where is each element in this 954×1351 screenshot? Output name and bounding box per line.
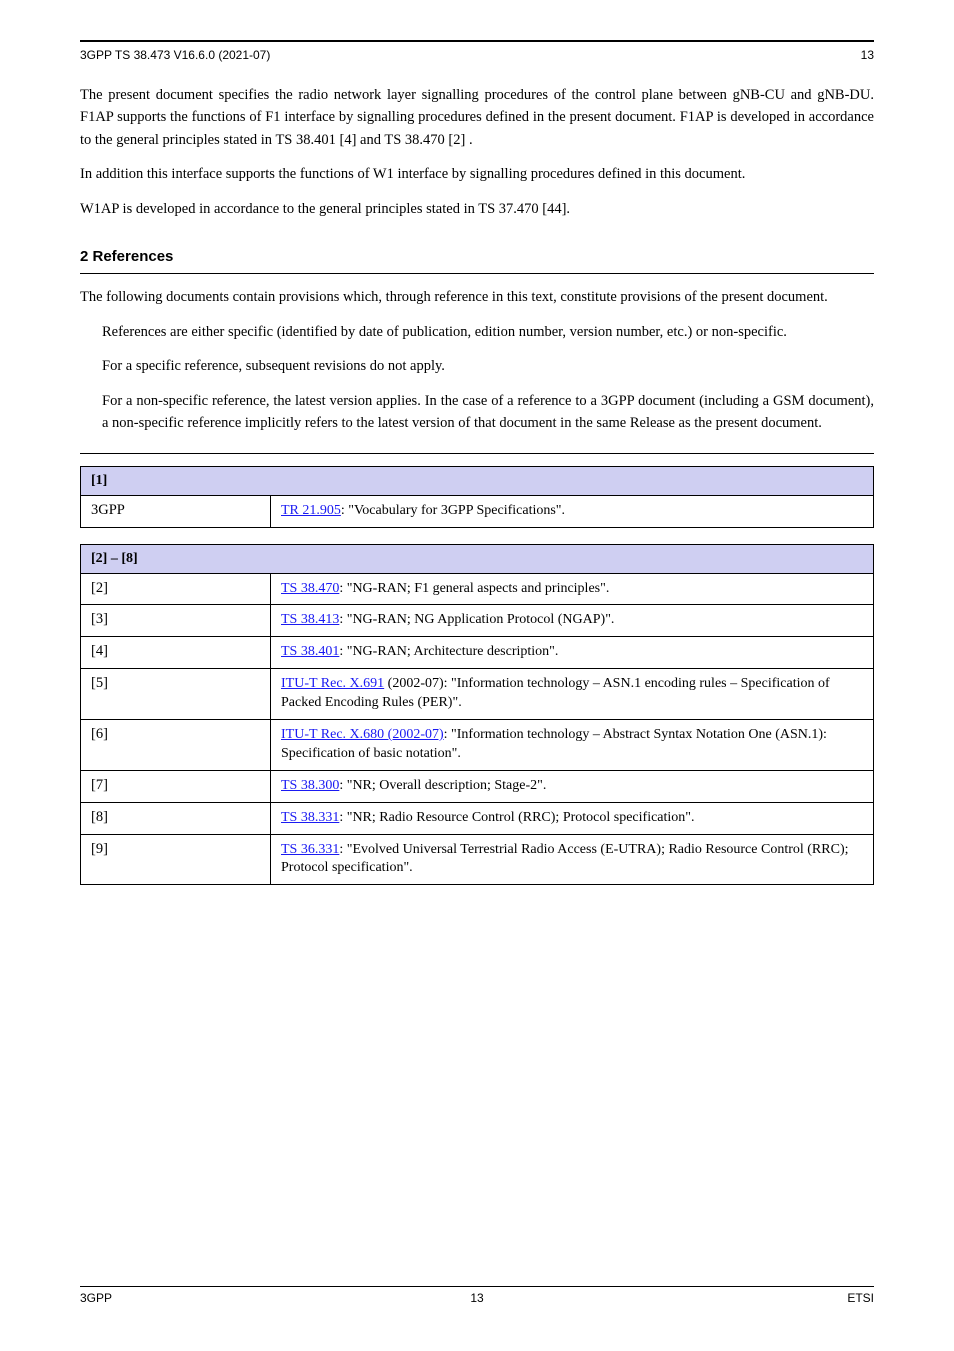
- page-footer: 3GPP 13 ETSI: [80, 1286, 874, 1305]
- section-heading-references: 2 References: [80, 248, 874, 265]
- row-desc: TS 38.300: "NR; Overall description; Sta…: [271, 770, 874, 802]
- row-desc-text: : "NG-RAN; NG Application Protocol (NGAP…: [339, 612, 614, 627]
- top-rule: [80, 40, 874, 42]
- doc-link[interactable]: TS 38.331: [281, 810, 339, 825]
- ref-bullet-2: For a specific reference, subsequent rev…: [102, 355, 874, 377]
- row-desc: TS 38.401: "NG-RAN; Architecture descrip…: [271, 637, 874, 669]
- row-label: [5]: [81, 669, 271, 720]
- group-header-2: [2] – [8]: [81, 544, 874, 573]
- row-desc-text: : "NG-RAN; F1 general aspects and princi…: [339, 581, 609, 596]
- intro-paragraph: The present document specifies the radio…: [80, 84, 874, 151]
- doc-link[interactable]: ITU-T Rec. X.680 (2002-07): [281, 727, 444, 742]
- row-desc-text: : "Evolved Universal Terrestrial Radio A…: [281, 842, 849, 876]
- row-desc-text: : "NG-RAN; Architecture description".: [339, 644, 558, 659]
- row-desc: ITU-T Rec. X.691 (2002-07): "Information…: [271, 669, 874, 720]
- doc-link[interactable]: TS 36.331: [281, 842, 339, 857]
- footer-rule: [80, 1286, 874, 1287]
- row-desc: TS 38.331: "NR; Radio Resource Control (…: [271, 802, 874, 834]
- row-label: [3]: [81, 605, 271, 637]
- row-label: [2]: [81, 573, 271, 605]
- references-table-2: [2] – [8] [2] TS 38.470: "NG-RAN; F1 gen…: [80, 544, 874, 886]
- table-row: [3] TS 38.413: "NG-RAN; NG Application P…: [81, 605, 874, 637]
- intro-text: The present document specifies the radio…: [80, 87, 874, 148]
- row-desc: TS 38.470: "NG-RAN; F1 general aspects a…: [271, 573, 874, 605]
- section-rule: [80, 273, 874, 274]
- page-container: 3GPP TS 38.473 V16.6.0 (2021-07) 13 The …: [0, 0, 954, 885]
- footer-row: 3GPP 13 ETSI: [80, 1291, 874, 1305]
- intro-mid: and: [360, 132, 384, 148]
- table-top-rule: [80, 453, 874, 454]
- row-desc-text: : "NR; Radio Resource Control (RRC); Pro…: [339, 810, 694, 825]
- ref-bullet-3: For a non-specific reference, the latest…: [102, 390, 874, 435]
- header-right: 13: [861, 48, 874, 62]
- page-header: 3GPP TS 38.473 V16.6.0 (2021-07) 13: [80, 48, 874, 62]
- row-label: [4]: [81, 637, 271, 669]
- references-table: [1] 3GPP TR 21.905: "Vocabulary for 3GPP…: [80, 466, 874, 528]
- intro-paragraph-3: W1AP is developed in accordance to the g…: [80, 198, 874, 220]
- row-desc: TR 21.905: "Vocabulary for 3GPP Specific…: [271, 495, 874, 527]
- table-row: [5] ITU-T Rec. X.691 (2002-07): "Informa…: [81, 669, 874, 720]
- ref-intro: The following documents contain provisio…: [80, 286, 874, 308]
- table-row: [9] TS 36.331: "Evolved Universal Terres…: [81, 834, 874, 885]
- table-row: [4] TS 38.401: "NG-RAN; Architecture des…: [81, 637, 874, 669]
- row-label: 3GPP: [81, 495, 271, 527]
- doc-link[interactable]: TS 38.401: [281, 644, 339, 659]
- intro-block: The present document specifies the radio…: [80, 84, 874, 220]
- intro-ref-2: TS 38.470 [2]: [384, 132, 465, 148]
- intro-ref-1: TS 38.401 [4]: [275, 132, 356, 148]
- intro-end: .: [469, 132, 473, 148]
- row-desc-text: : "Vocabulary for 3GPP Specifications".: [341, 503, 565, 518]
- header-left: 3GPP TS 38.473 V16.6.0 (2021-07): [80, 48, 270, 62]
- row-desc: ITU-T Rec. X.680 (2002-07): "Information…: [271, 720, 874, 771]
- row-desc: TS 36.331: "Evolved Universal Terrestria…: [271, 834, 874, 885]
- doc-link[interactable]: TS 38.300: [281, 778, 339, 793]
- row-desc: TS 38.413: "NG-RAN; NG Application Proto…: [271, 605, 874, 637]
- table-row: [8] TS 38.331: "NR; Radio Resource Contr…: [81, 802, 874, 834]
- doc-link[interactable]: TS 38.470: [281, 581, 339, 596]
- doc-link[interactable]: TS 38.413: [281, 612, 339, 627]
- row-label: [6]: [81, 720, 271, 771]
- table-row: [7] TS 38.300: "NR; Overall description;…: [81, 770, 874, 802]
- row-label: [8]: [81, 802, 271, 834]
- row-label: [7]: [81, 770, 271, 802]
- table-row: [6] ITU-T Rec. X.680 (2002-07): "Informa…: [81, 720, 874, 771]
- doc-link[interactable]: TR 21.905: [281, 503, 341, 518]
- group-header-2-text: [2] – [8]: [81, 544, 874, 573]
- row-desc-text: : "NR; Overall description; Stage-2".: [339, 778, 546, 793]
- group-header-1: [1]: [81, 466, 874, 495]
- table-row: 3GPP TR 21.905: "Vocabulary for 3GPP Spe…: [81, 495, 874, 527]
- group-header-1-text: [1]: [81, 466, 874, 495]
- table-row: [2] TS 38.470: "NG-RAN; F1 general aspec…: [81, 573, 874, 605]
- ref-bullet-1: References are either specific (identifi…: [102, 321, 874, 343]
- doc-link[interactable]: ITU-T Rec. X.691: [281, 676, 384, 691]
- footer-center: 13: [80, 1291, 874, 1305]
- row-label: [9]: [81, 834, 271, 885]
- intro-paragraph-2: In addition this interface supports the …: [80, 163, 874, 185]
